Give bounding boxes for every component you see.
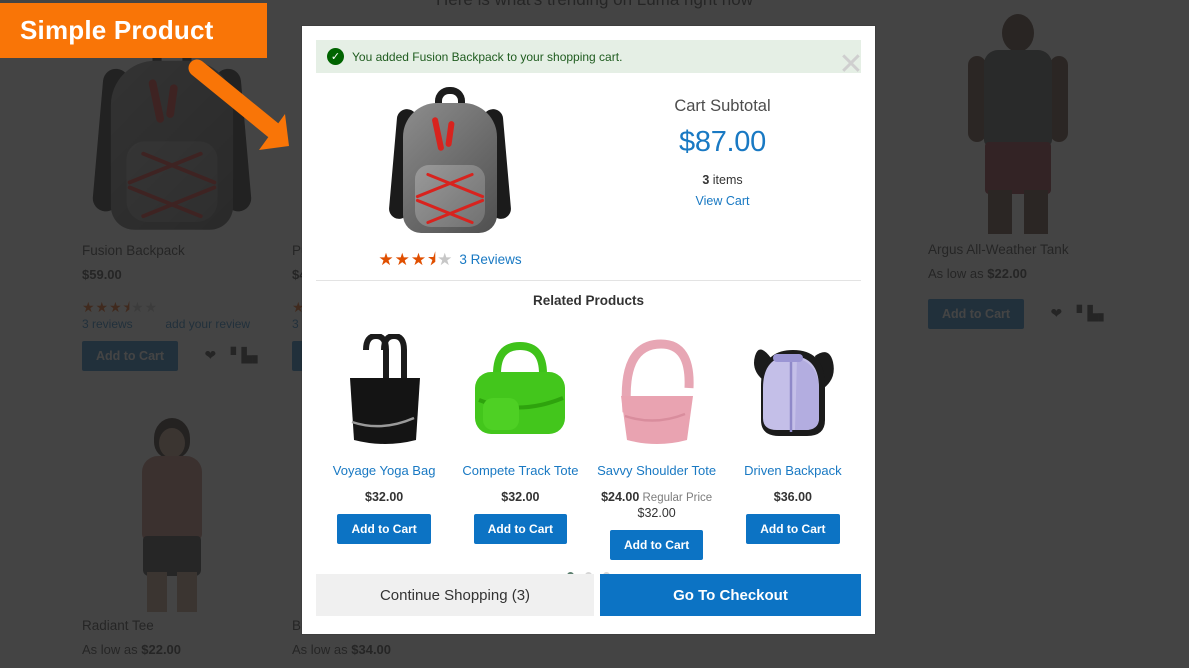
- annotation-arrow: [185, 58, 315, 168]
- regular-price-label: Regular Price: [639, 492, 713, 504]
- add-to-cart-button[interactable]: Add to Cart: [609, 530, 704, 560]
- go-to-checkout-button[interactable]: Go To Checkout: [600, 574, 861, 616]
- price-value: $36.00: [773, 490, 812, 504]
- modal-footer: Continue Shopping (3) Go To Checkout: [316, 574, 861, 616]
- cart-subtotal-label: Cart Subtotal: [674, 97, 771, 115]
- related-product-price: $32.00: [316, 490, 452, 504]
- related-product-item[interactable]: Compete Track Tote $32.00 Add to Cart: [452, 322, 588, 560]
- related-product-price: $36.00: [725, 490, 861, 504]
- related-product-name[interactable]: Compete Track Tote: [452, 463, 588, 478]
- cart-subtotal-amount: $87.00: [679, 126, 766, 158]
- modal-divider: [316, 280, 861, 281]
- annotation-banner-label: Simple Product: [20, 15, 214, 45]
- related-products-title: Related Products: [532, 293, 645, 308]
- cart-summary: Cart Subtotal $87.00 3 items View Cart: [584, 79, 861, 268]
- annotation-banner: Simple Product: [0, 3, 267, 58]
- continue-shopping-button[interactable]: Continue Shopping (3): [316, 574, 594, 616]
- add-to-cart-button[interactable]: Add to Cart: [337, 514, 431, 544]
- success-message: ✓ You added Fusion Backpack to your shop…: [316, 40, 861, 73]
- related-product-image-voyage-yoga-bag: [316, 322, 452, 457]
- related-product-item[interactable]: Driven Backpack $36.00 Add to Cart: [725, 322, 861, 560]
- add-to-cart-button[interactable]: Add to Cart: [473, 514, 568, 544]
- related-product-image-savvy-shoulder-tote: [589, 322, 725, 457]
- close-icon[interactable]: ✕: [837, 50, 865, 80]
- screenshot-root: Here is what's trending on Luma right no…: [0, 0, 1189, 668]
- price-value: $24.00: [601, 490, 640, 504]
- items-count-label: items: [709, 173, 743, 187]
- related-product-name[interactable]: Voyage Yoga Bag: [316, 463, 452, 478]
- arrow-down-right-icon: [188, 59, 289, 150]
- cart-items-count: 3 items: [584, 173, 861, 187]
- modal-top-area: ★★★⯨★ 3 Reviews Cart Subtotal $87.00 3 i…: [302, 73, 875, 268]
- modal-rating: ★★★⯨★ 3 Reviews: [378, 251, 521, 268]
- modal-product-image: [388, 87, 512, 235]
- related-product-image-compete-track-tote: [452, 322, 588, 457]
- related-product-price: $24.00 Regular Price $32.00: [589, 490, 725, 520]
- related-product-item[interactable]: Voyage Yoga Bag $32.00 Add to Cart: [316, 322, 452, 560]
- success-message-text: You added Fusion Backpack to your shoppi…: [352, 49, 623, 64]
- check-circle-icon: ✓: [327, 48, 344, 65]
- price-value: $32.00: [365, 490, 404, 504]
- reviews-count-link[interactable]: 3 Reviews: [459, 252, 521, 267]
- related-product-item[interactable]: Savvy Shoulder Tote $24.00 Regular Price…: [589, 322, 725, 560]
- add-to-cart-button[interactable]: Add to Cart: [746, 514, 840, 544]
- added-to-cart-modal: ✓ You added Fusion Backpack to your shop…: [302, 26, 875, 634]
- rating-stars: ★★★⯨★: [378, 250, 454, 269]
- related-product-name[interactable]: Driven Backpack: [725, 463, 861, 478]
- old-price-value: $32.00: [637, 506, 676, 520]
- view-cart-link[interactable]: View Cart: [696, 194, 750, 208]
- price-value: $32.00: [501, 490, 540, 504]
- related-product-image-driven-backpack: [725, 322, 861, 457]
- related-product-price: $32.00: [452, 490, 588, 504]
- modal-product-panel: ★★★⯨★ 3 Reviews: [316, 79, 584, 268]
- related-product-name[interactable]: Savvy Shoulder Tote: [589, 463, 725, 478]
- related-products-grid: Voyage Yoga Bag $32.00 Add to Cart Compe…: [302, 308, 875, 560]
